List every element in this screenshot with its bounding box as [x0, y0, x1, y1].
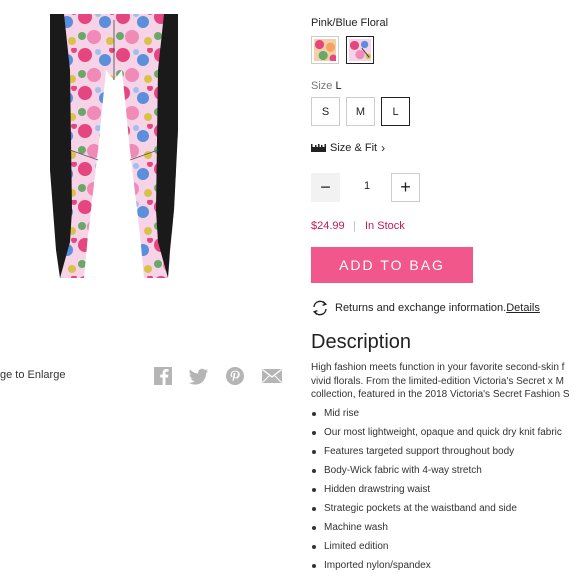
product-image[interactable] — [40, 10, 190, 290]
color-swatch-1[interactable] — [311, 36, 339, 64]
quantity-increase-button[interactable]: + — [391, 173, 420, 202]
description-line: vivid florals. From the limited-edition … — [311, 375, 564, 387]
description-line: collection, featured in the 2018 Victori… — [311, 389, 570, 400]
feature-item: Hidden drawstring waist — [311, 483, 562, 502]
returns-text: Returns and exchange information. — [335, 302, 507, 314]
quantity-value[interactable]: 1 — [360, 180, 374, 192]
stock-status: In Stock — [365, 220, 405, 232]
click-to-enlarge-text[interactable]: ge to Enlarge — [0, 369, 65, 381]
exchange-icon — [312, 300, 328, 316]
feature-item: Body-Wick fabric with 4-way stretch — [311, 464, 562, 483]
price-separator: | — [353, 220, 356, 232]
size-fit-link[interactable]: Size & Fit › — [311, 141, 385, 155]
size-option-l[interactable]: L — [381, 97, 410, 126]
returns-info: Returns and exchange information.Details — [311, 300, 540, 316]
size-option-s[interactable]: S — [311, 97, 340, 126]
chevron-right-icon: › — [381, 141, 386, 155]
feature-item: Strategic pockets at the waistband and s… — [311, 502, 562, 521]
leggings-illustration — [50, 14, 178, 278]
description-title: Description — [311, 331, 412, 353]
feature-list: Mid rise Our most lightweight, opaque an… — [311, 407, 562, 578]
size-label-text: Size — [311, 80, 333, 92]
twitter-icon[interactable] — [188, 366, 210, 386]
feature-item: Our most lightweight, opaque and quick d… — [311, 426, 562, 445]
feature-item: Features targeted support throughout bod… — [311, 445, 562, 464]
color-swatch-pink-blue-floral[interactable] — [346, 36, 374, 64]
feature-item: Machine wash — [311, 521, 562, 540]
size-option-m[interactable]: M — [346, 97, 375, 126]
email-icon[interactable] — [261, 366, 283, 386]
price: $24.99 — [311, 220, 345, 232]
description-line: High fashion meets function in your favo… — [311, 362, 565, 373]
add-to-bag-button[interactable]: ADD TO BAG — [311, 247, 473, 283]
feature-item: Mid rise — [311, 407, 562, 426]
pinterest-icon[interactable] — [224, 366, 246, 386]
size-fit-label: Size & Fit — [330, 142, 378, 154]
description-body: High fashion meets function in your favo… — [311, 361, 580, 402]
feature-item: Limited edition — [311, 540, 562, 559]
feature-item: Imported nylon/spandex — [311, 559, 562, 578]
size-selected-value: L — [335, 80, 342, 92]
selected-color-name: Pink/Blue Floral — [311, 17, 389, 29]
facebook-icon[interactable] — [153, 366, 175, 386]
details-link[interactable]: Details — [506, 302, 540, 314]
quantity-decrease-button[interactable]: − — [311, 173, 340, 202]
ruler-icon — [311, 144, 326, 152]
size-label: Size L — [311, 80, 342, 92]
